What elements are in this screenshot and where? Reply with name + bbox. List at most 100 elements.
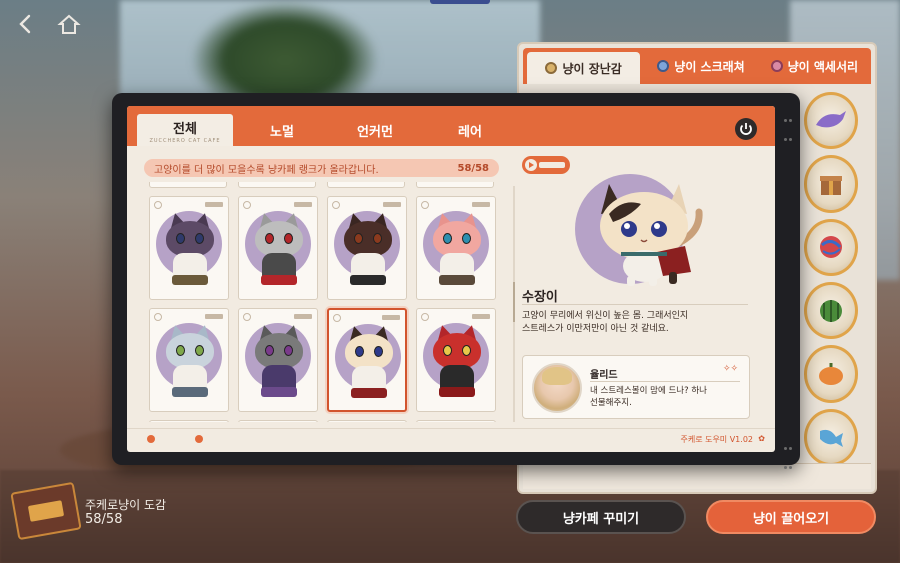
cat-card-grid: [147, 182, 509, 422]
card-corner-icon: [154, 201, 162, 209]
card-corner-icon: [243, 201, 251, 209]
card-corner-icon: [421, 313, 429, 321]
modal-screen: 전체 ZUCCHERO CAT CAFE 노멀 언커먼 레어 고양이를 더 많이…: [127, 106, 775, 452]
cat-portrait: [253, 323, 305, 401]
tab-cat-accessories[interactable]: 냥이 액세서리: [758, 48, 871, 84]
card-tag: [472, 314, 490, 319]
divider: [590, 381, 740, 382]
tab-uncommon[interactable]: 언커먼: [347, 114, 403, 146]
tab-label: 냥이 액세서리: [787, 59, 859, 74]
tab-label: 냥이 장난감: [562, 61, 622, 76]
modal-footer: 주케로 도우미 V1.02 ✿: [127, 428, 775, 452]
cat-card[interactable]: [149, 308, 229, 412]
side-panel-footer: [523, 463, 871, 489]
scroll-thumb[interactable]: [513, 282, 515, 322]
card-tag: [382, 315, 400, 320]
tab-normal[interactable]: 노멀: [257, 114, 307, 146]
back-button[interactable]: [14, 12, 38, 36]
footer-badge-icon: [147, 435, 155, 443]
close-button[interactable]: [735, 118, 757, 140]
cat-card[interactable]: [327, 196, 407, 300]
card-tag: [383, 202, 401, 207]
bezel-dots: [783, 436, 793, 469]
gold-badge-icon: [545, 62, 558, 74]
yarn-ball-icon[interactable]: [804, 218, 858, 276]
home-button[interactable]: [56, 12, 82, 38]
gift-box-icon[interactable]: [804, 155, 858, 213]
description-line: 고양이 무리에서 위신이 높은 몸. 그래서인지: [522, 311, 689, 321]
card-peek: [416, 420, 496, 422]
collection-count: 58/58: [457, 162, 489, 174]
card-peek: [238, 420, 318, 422]
footer-badge-icon: [195, 435, 203, 443]
card-tag: [472, 202, 490, 207]
card-peek: [238, 182, 316, 188]
fish-toy-icon[interactable]: [804, 408, 858, 466]
cat-portrait: [343, 324, 395, 402]
blue-gem-icon: [657, 60, 670, 72]
cactus-toy-icon[interactable]: [804, 281, 858, 340]
rank-info-text: 고양이를 더 많이 모을수록 냥카페 랭크가 올라갑니다.: [154, 164, 379, 176]
version-label: 주케로 도우미 V1.02: [680, 435, 753, 444]
card-tag: [205, 202, 223, 207]
decorate-cafe-button[interactable]: 냥카페 꾸미기: [516, 500, 686, 534]
dex-title: 주케로냥이 도감: [85, 498, 167, 512]
tab-rare[interactable]: 레어: [447, 114, 493, 146]
bring-cat-button[interactable]: 냥이 끌어오기: [706, 500, 876, 534]
dex-count: 58/58: [85, 512, 123, 527]
cat-portrait: [431, 211, 483, 289]
cat-description: 고양이 무리에서 위신이 높은 몸. 그래서인지 스트레스가 이만저만이 아닌 …: [522, 310, 748, 336]
paw-icon: ✿: [758, 434, 765, 443]
divider: [522, 304, 748, 305]
background-plant: [190, 0, 380, 100]
cat-portrait: [164, 211, 216, 289]
tab-label: 냥이 스크래쳐: [674, 59, 745, 74]
dolphin-toy-icon[interactable]: [804, 92, 858, 150]
modal-header: 전체 ZUCCHERO CAT CAFE 노멀 언커먼 레어: [127, 106, 775, 146]
cat-card[interactable]: [416, 196, 496, 300]
tab-label: 전체: [173, 122, 197, 137]
cat-portrait: [253, 211, 305, 289]
tab-all[interactable]: 전체 ZUCCHERO CAT CAFE: [137, 114, 233, 146]
top-bar-indicator: [430, 0, 490, 4]
card-peek: [327, 182, 405, 188]
pumpkin-toy-icon[interactable]: [804, 345, 858, 403]
card-tag: [205, 314, 223, 319]
card-peek: [327, 420, 407, 422]
card-corner-icon: [421, 201, 429, 209]
side-panel-tabs: 냥이 장난감 냥이 스크래쳐 냥이 액세서리: [523, 48, 871, 84]
power-icon: [740, 123, 752, 135]
card-corner-icon: [243, 313, 251, 321]
grid-scrollbar[interactable]: [513, 186, 515, 422]
card-corner-icon: [332, 201, 340, 209]
speaker-dialog: 율리드 ✧✧ 내 스트레스볼이 맘에 드나? 하나 선물해주지.: [522, 355, 750, 419]
dialog-line: 내 스트레스볼이 맘에 드나? 하나: [590, 386, 707, 396]
tab-cat-scratchers[interactable]: 냥이 스크래쳐: [644, 48, 757, 84]
pink-gem-icon: [770, 60, 783, 72]
card-tag: [294, 202, 312, 207]
avatar: [532, 363, 582, 413]
dialog-text: 내 스트레스볼이 맘에 드나? 하나 선물해주지.: [590, 385, 742, 409]
cat-name: 수장이: [522, 290, 558, 305]
tab-cat-toys[interactable]: 냥이 장난감: [527, 52, 641, 84]
card-peek: [149, 182, 227, 188]
card-peek: [149, 420, 229, 422]
sparkle-icon: ✧✧: [723, 364, 739, 374]
cat-card[interactable]: [238, 308, 318, 412]
card-corner-icon: [154, 313, 162, 321]
cat-card[interactable]: [416, 308, 496, 412]
speaker-name: 율리드: [590, 370, 618, 381]
cat-card[interactable]: [238, 196, 318, 300]
cat-card[interactable]: [149, 196, 229, 300]
cat-portrait: [342, 211, 394, 289]
cat-card[interactable]: [327, 308, 407, 412]
toy-shelf: [800, 92, 862, 466]
cat-portrait: [431, 323, 483, 401]
card-corner-icon: [333, 314, 341, 322]
dialog-line: 선물해주지.: [590, 398, 632, 408]
card-peek: [416, 182, 494, 188]
tab-subtitle: ZUCCHERO CAT CAFE: [149, 138, 221, 144]
selected-cat-portrait: [600, 184, 703, 286]
bezel-dots: [783, 108, 793, 141]
home-icon: [57, 14, 81, 34]
